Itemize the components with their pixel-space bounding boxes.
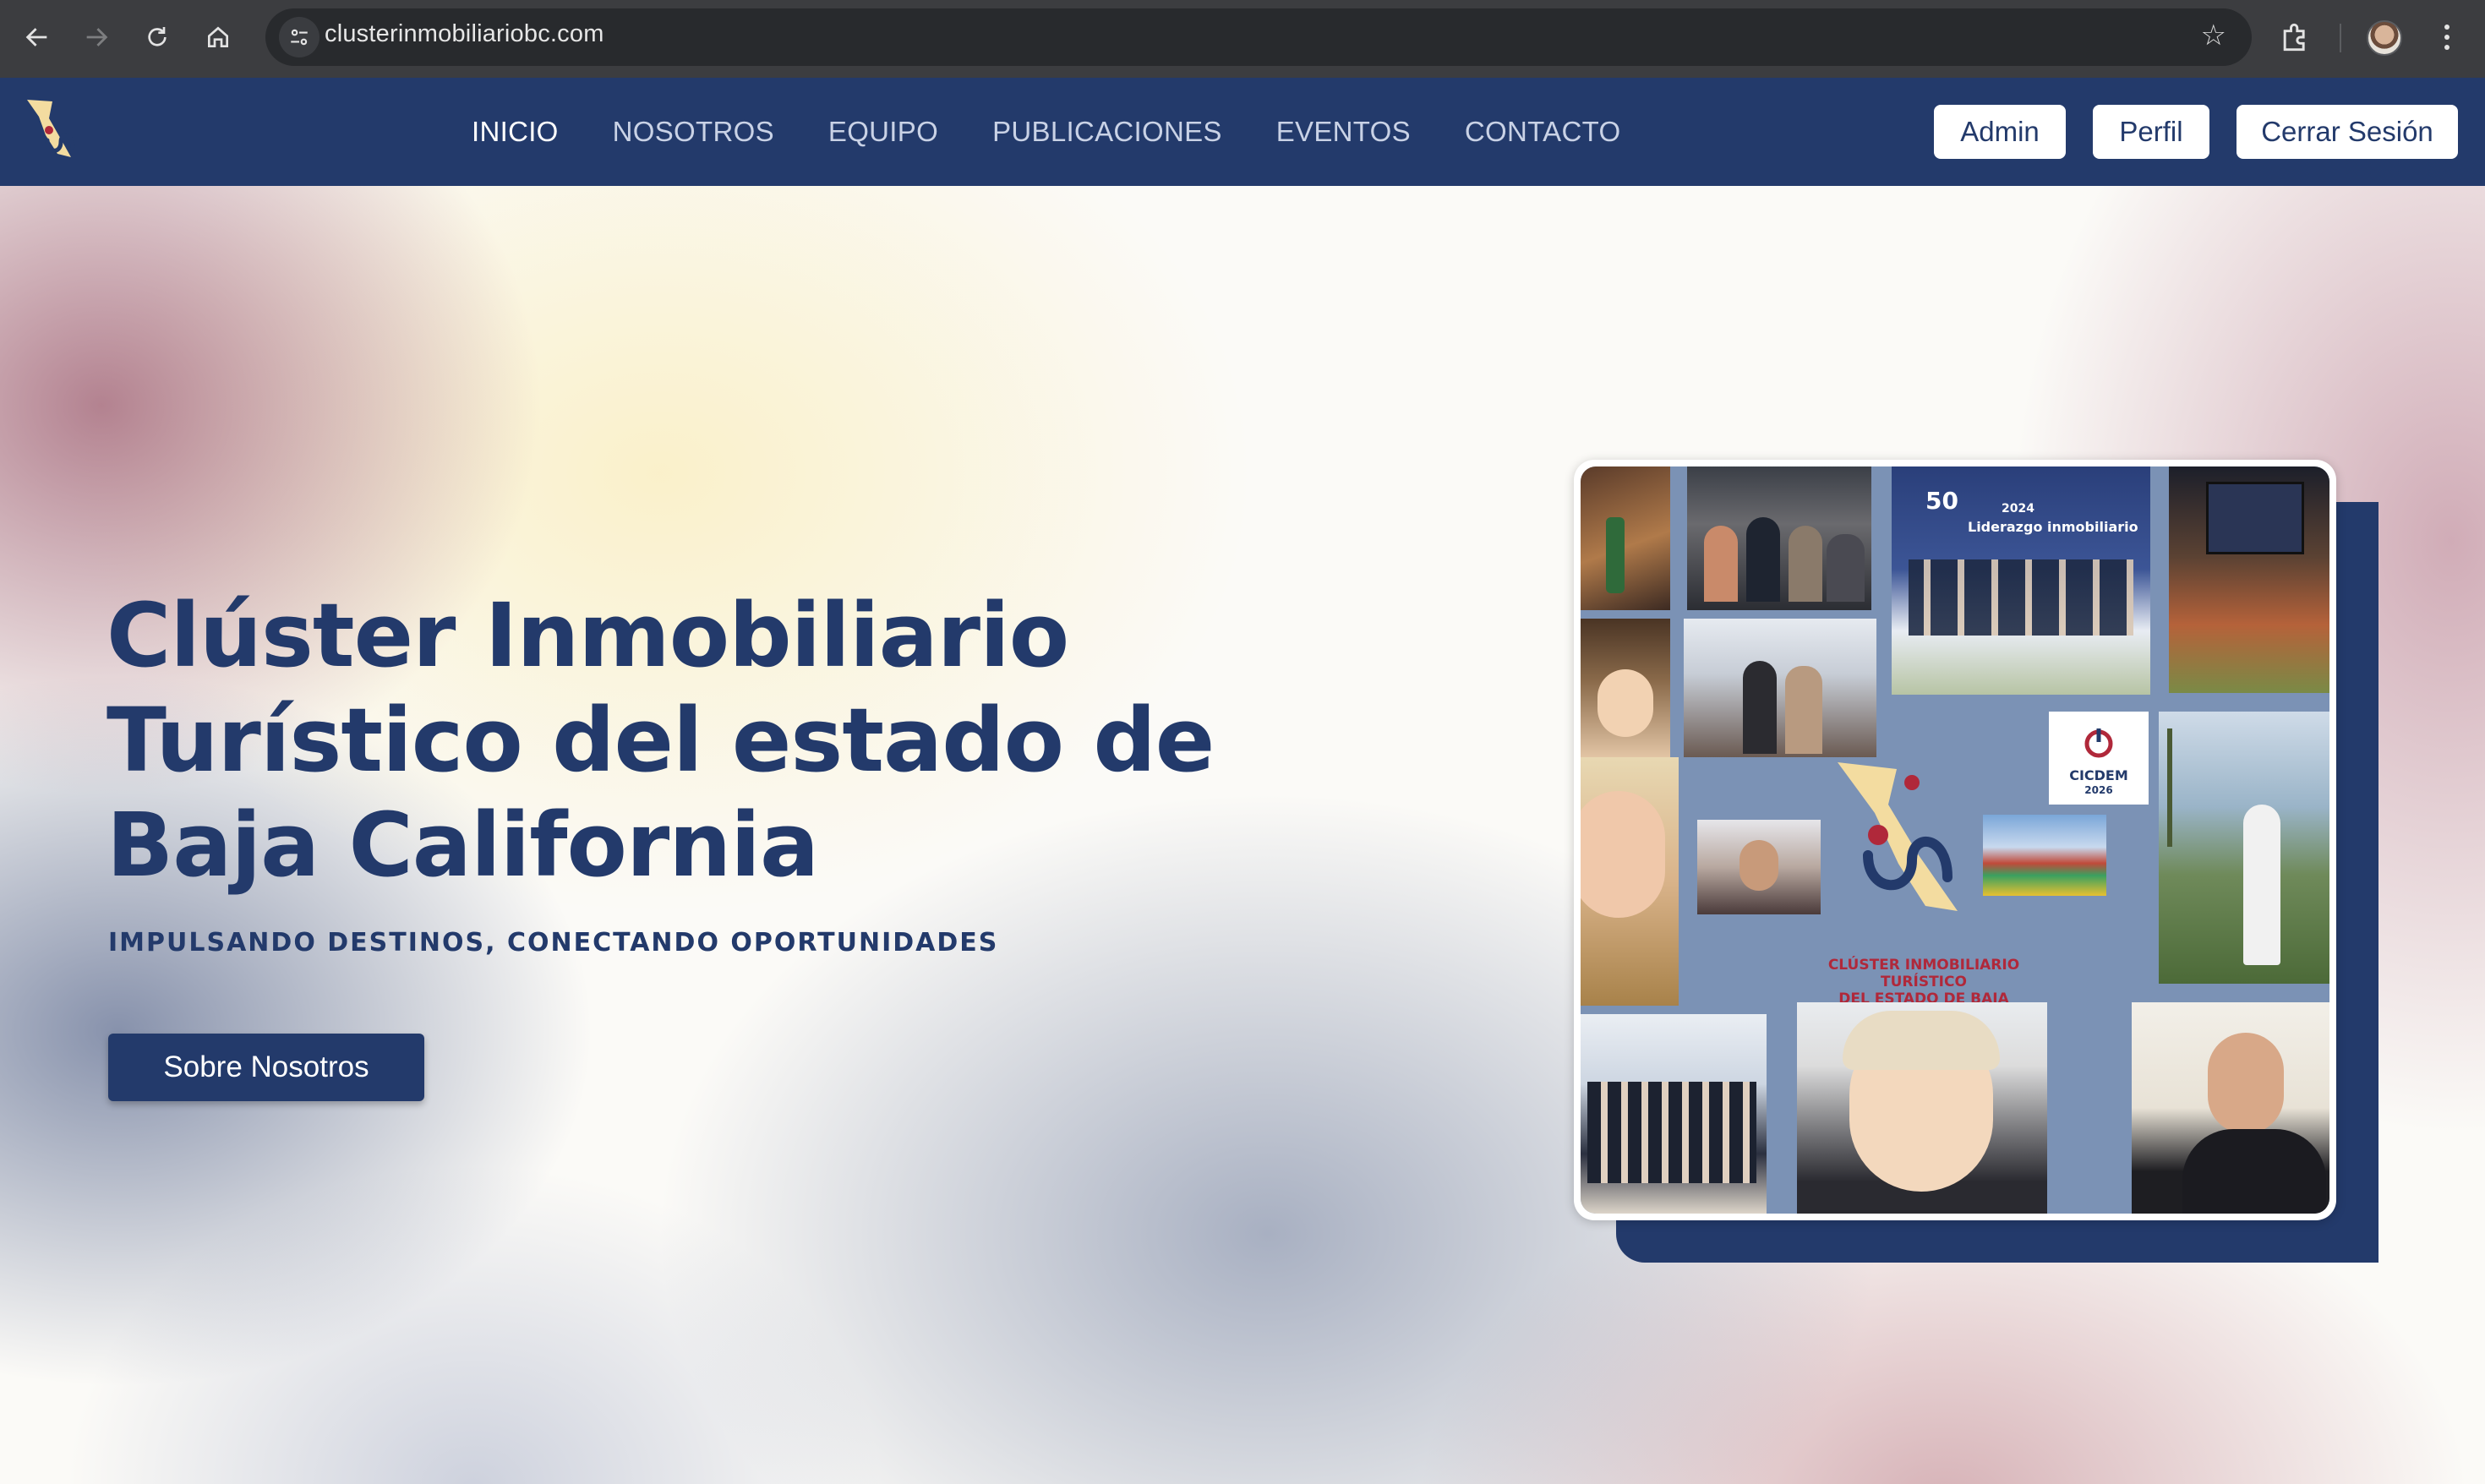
cluster-collage-logo — [1838, 762, 1958, 911]
event-year: 2024 — [2002, 502, 2034, 516]
collage-logo-line-1: CLÚSTER INMOBILIARIO TURÍSTICO — [1827, 957, 2020, 990]
photo-woman-profile — [2132, 1002, 2329, 1214]
nav-contacto[interactable]: CONTACTO — [1465, 116, 1621, 148]
photo-smiling-woman — [1797, 1002, 2047, 1214]
photo-toast — [1581, 466, 1670, 610]
hero-title: Clúster Inmobiliario Turístico del estad… — [106, 584, 1215, 897]
photo-duo-poster — [1684, 619, 1876, 757]
cicdem-name: CICDEM — [2069, 767, 2128, 783]
photo-collage: 50 2024 Liderazgo inmobiliario CICDEM 20… — [1574, 460, 2336, 1220]
logout-button[interactable]: Cerrar Sesión — [2236, 105, 2458, 159]
event-number: 50 — [1925, 487, 1958, 515]
nav-nosotros[interactable]: NOSOTROS — [613, 116, 774, 148]
cicdem-badge: CICDEM 2026 — [2049, 712, 2149, 805]
address-bar[interactable]: clusterinmobiliariobc.com ☆ — [265, 8, 2252, 66]
collage-canvas: 50 2024 Liderazgo inmobiliario CICDEM 20… — [1581, 466, 2329, 1214]
home-icon[interactable] — [199, 19, 237, 56]
photo-woman-closeup — [1581, 757, 1679, 1006]
extensions-icon[interactable] — [2277, 19, 2314, 56]
photo-woman-portrait — [1697, 820, 1821, 914]
main-nav: INICIO NOSOTROS EQUIPO PUBLICACIONES EVE… — [472, 78, 1674, 186]
photo-speaker-stage — [2169, 466, 2329, 693]
photo-group-street — [1687, 466, 1871, 610]
browser-menu-icon[interactable] — [2434, 19, 2460, 56]
photo-woman-library — [1581, 619, 1670, 757]
reload-icon[interactable] — [139, 19, 176, 56]
nav-eventos[interactable]: EVENTOS — [1276, 116, 1411, 148]
photo-woman-beach — [2159, 712, 2329, 984]
browser-toolbar: clusterinmobiliariobc.com ☆ — [0, 0, 2485, 79]
site-header: INICIO NOSOTROS EQUIPO PUBLICACIONES EVE… — [0, 78, 2485, 186]
back-icon[interactable] — [19, 19, 56, 56]
cluster-logo[interactable] — [24, 98, 83, 166]
admin-button[interactable]: Admin — [1934, 105, 2066, 159]
cicdem-year: 2026 — [2084, 784, 2113, 796]
event-title: Liderazgo inmobiliario — [1968, 519, 2138, 535]
toolbar-divider — [2340, 24, 2341, 52]
about-us-button[interactable]: Sobre Nosotros — [108, 1034, 424, 1101]
hero-subtitle: IMPULSANDO DESTINOS, CONECTANDO OPORTUNI… — [108, 928, 999, 958]
bookmark-star-icon[interactable]: ☆ — [2201, 19, 2226, 52]
nav-equipo[interactable]: EQUIPO — [828, 116, 938, 148]
nav-publicaciones[interactable]: PUBLICACIONES — [992, 116, 1222, 148]
photo-group-meeting — [1581, 1014, 1767, 1214]
forward-icon[interactable] — [78, 19, 115, 56]
photo-ensenada-sign — [1983, 815, 2106, 896]
site-settings-icon[interactable] — [279, 17, 320, 57]
hero-section: Clúster Inmobiliario Turístico del estad… — [0, 186, 2485, 1484]
nav-inicio[interactable]: INICIO — [472, 116, 559, 148]
photo-event-50: 50 2024 Liderazgo inmobiliario — [1892, 466, 2150, 695]
perfil-button[interactable]: Perfil — [2093, 105, 2209, 159]
url-text[interactable]: clusterinmobiliariobc.com — [325, 20, 604, 48]
profile-avatar[interactable] — [2367, 20, 2402, 56]
